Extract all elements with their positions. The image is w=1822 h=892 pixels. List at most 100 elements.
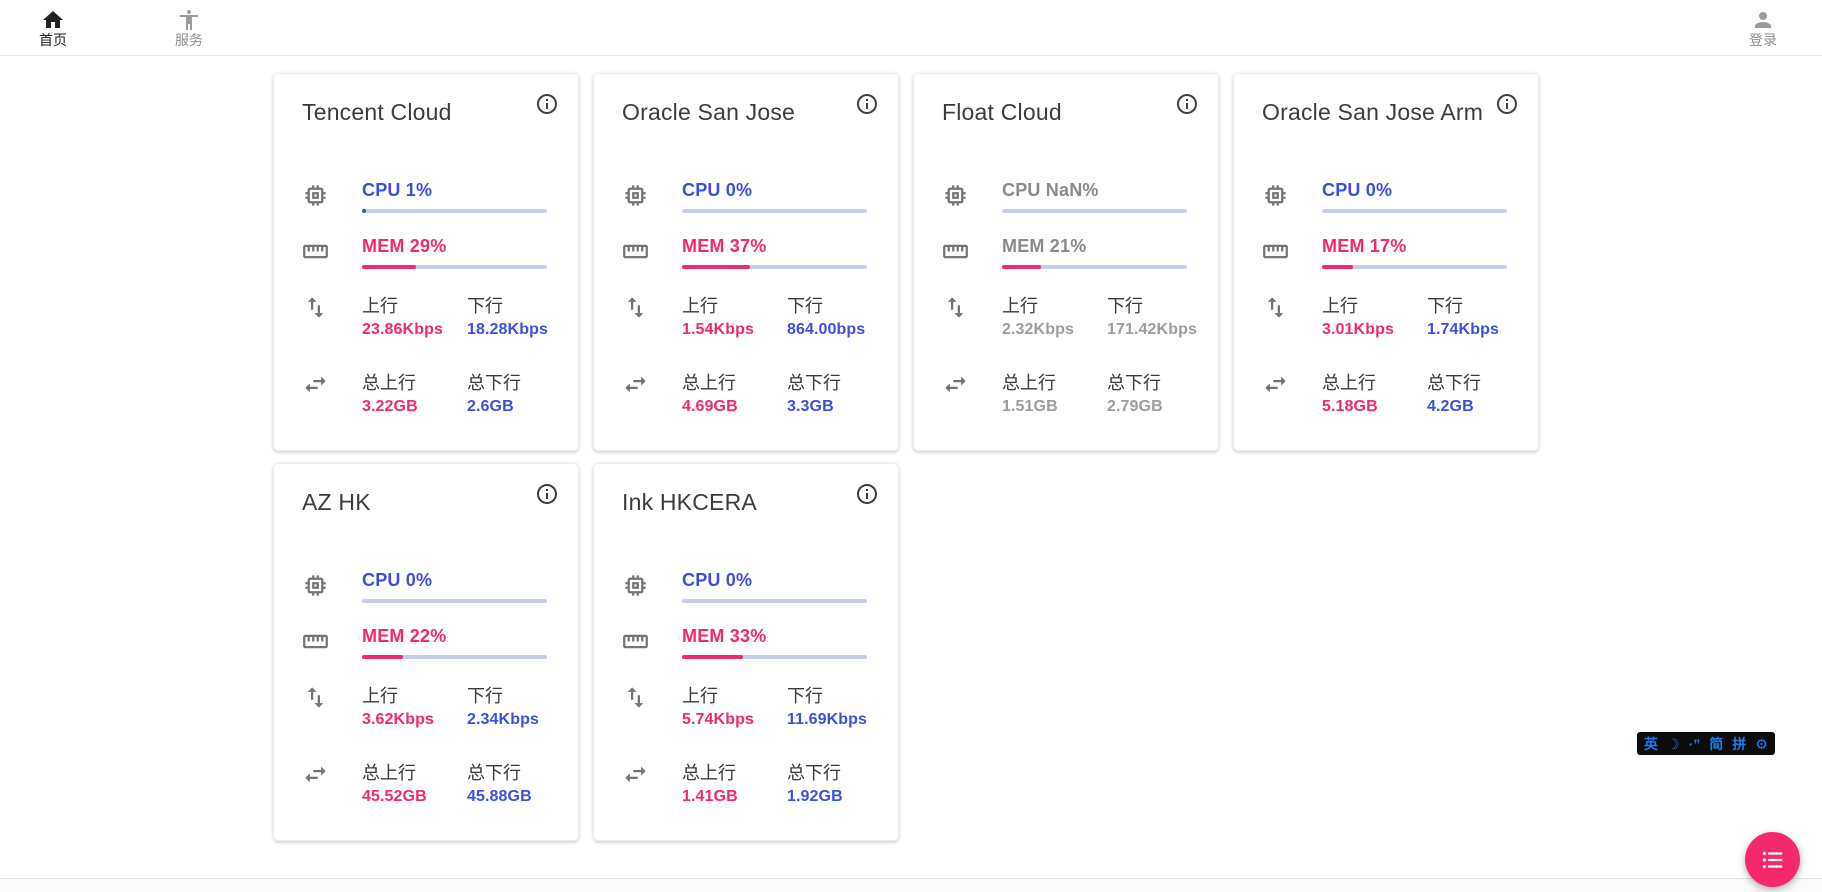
download-value: 864.00bps [787, 321, 866, 339]
mem-label: MEM 29% [362, 236, 547, 257]
ime-glyph[interactable]: 拼 [1732, 737, 1746, 751]
upload-value: 3.01Kbps [1322, 321, 1427, 339]
total-download-value: 2.6GB [467, 398, 546, 416]
nav-item-services[interactable]: 服务 [162, 8, 216, 48]
cpu-row: CPU NaN% [942, 180, 1186, 213]
server-list-fab[interactable] [1745, 832, 1800, 887]
ruler-icon [302, 238, 329, 265]
cpu-chip-icon [302, 572, 329, 599]
ime-toolbar[interactable]: 英 ☽ ·” 简拼 ⚙ [1637, 732, 1775, 755]
info-icon[interactable] [853, 91, 881, 119]
total-upload-value: 4.69GB [682, 398, 787, 416]
accessibility-icon [177, 8, 201, 32]
info-icon[interactable] [533, 481, 561, 509]
upload-speed: 上行 3.62Kbps [362, 682, 467, 729]
up-down-arrows-icon [622, 294, 649, 321]
total-download: 总下行 45.88GB [467, 759, 546, 806]
cpu-chip-icon [622, 572, 649, 599]
speed-row: 上行 1.54Kbps 下行 864.00bps [622, 292, 866, 339]
mem-progressbar [362, 655, 547, 659]
mem-progressbar [362, 265, 547, 269]
speed-row: 上行 5.74Kbps 下行 11.69Kbps [622, 682, 866, 729]
download-speed: 下行 1.74Kbps [1427, 292, 1506, 339]
nav-item-home[interactable]: 首页 [26, 8, 80, 48]
mem-progress-fill [1322, 265, 1353, 269]
ruler-icon [622, 628, 649, 655]
upload-value: 3.62Kbps [362, 711, 467, 729]
cpu-progressbar [682, 209, 867, 213]
info-icon[interactable] [533, 91, 561, 119]
upload-label: 上行 [362, 292, 467, 318]
total-download-label: 总下行 [1427, 369, 1506, 395]
cpu-progress-fill [362, 209, 366, 213]
upload-value: 5.74Kbps [682, 711, 787, 729]
mem-label: MEM 22% [362, 626, 547, 647]
mem-progressbar [682, 655, 867, 659]
server-card: Ink HKCERA CPU 0% MEM 33% [593, 463, 899, 841]
person-icon [1751, 8, 1775, 32]
cpu-chip-icon [1262, 182, 1289, 209]
cpu-label: CPU 0% [362, 570, 547, 591]
upload-label: 上行 [1322, 292, 1427, 318]
download-label: 下行 [467, 682, 546, 708]
total-download-label: 总下行 [1107, 369, 1186, 395]
ime-glyph[interactable]: 英 [1644, 737, 1658, 751]
cpu-chip-icon [622, 182, 649, 209]
ime-glyph[interactable]: 简 [1709, 737, 1723, 751]
info-icon[interactable] [1493, 91, 1521, 119]
cpu-label: CPU 0% [682, 180, 867, 201]
download-speed: 下行 18.28Kbps [467, 292, 548, 339]
download-value: 18.28Kbps [467, 321, 548, 339]
mem-row: MEM 22% [302, 626, 546, 659]
total-upload: 总上行 1.41GB [682, 759, 787, 806]
nav-item-login[interactable]: 登录 [1736, 8, 1790, 48]
upload-label: 上行 [682, 292, 787, 318]
ruler-icon [1262, 238, 1289, 265]
total-download-label: 总下行 [787, 759, 866, 785]
upload-speed: 上行 23.86Kbps [362, 292, 467, 339]
total-upload: 总上行 3.22GB [362, 369, 467, 416]
footer-strip [0, 878, 1822, 892]
total-download-value: 4.2GB [1427, 398, 1506, 416]
mem-row: MEM 33% [622, 626, 866, 659]
server-name: Oracle San Jose Arm [1262, 99, 1506, 126]
mem-progress-fill [1002, 265, 1041, 269]
download-value: 11.69Kbps [787, 711, 867, 729]
mem-progressbar [682, 265, 867, 269]
cpu-progressbar [1322, 209, 1507, 213]
ime-glyph[interactable]: ⚙ [1755, 737, 1768, 751]
swap-arrows-icon [622, 761, 649, 788]
cpu-row: CPU 0% [622, 570, 866, 603]
cpu-progressbar [362, 599, 547, 603]
server-name: Ink HKCERA [622, 489, 866, 516]
ime-glyph[interactable]: ·” [1689, 737, 1701, 751]
cpu-chip-icon [942, 182, 969, 209]
server-grid: Tencent Cloud CPU 1% MEM 29% [273, 73, 1539, 841]
mem-label: MEM 17% [1322, 236, 1507, 257]
up-down-arrows-icon [942, 294, 969, 321]
total-download-value: 2.79GB [1107, 398, 1186, 416]
download-label: 下行 [787, 292, 866, 318]
upload-value: 23.86Kbps [362, 321, 467, 339]
download-speed: 下行 2.34Kbps [467, 682, 546, 729]
swap-arrows-icon [302, 761, 329, 788]
upload-speed: 上行 1.54Kbps [682, 292, 787, 339]
download-speed: 下行 864.00bps [787, 292, 866, 339]
cpu-row: CPU 0% [622, 180, 866, 213]
server-card: Oracle San Jose CPU 0% MEM 37% [593, 73, 899, 451]
total-download-value: 1.92GB [787, 788, 866, 806]
total-upload: 总上行 4.69GB [682, 369, 787, 416]
download-speed: 下行 11.69Kbps [787, 682, 867, 729]
total-upload-label: 总上行 [1002, 369, 1107, 395]
download-value: 2.34Kbps [467, 711, 546, 729]
cpu-label: CPU NaN% [1002, 180, 1187, 201]
cpu-row: CPU 0% [302, 570, 546, 603]
mem-progress-fill [682, 655, 743, 659]
cpu-label: CPU 0% [682, 570, 867, 591]
total-row: 总上行 4.69GB 总下行 3.3GB [622, 369, 866, 416]
upload-value: 2.32Kbps [1002, 321, 1107, 339]
total-download-label: 总下行 [467, 759, 546, 785]
info-icon[interactable] [1173, 91, 1201, 119]
ime-glyph[interactable]: ☽ [1667, 737, 1680, 751]
info-icon[interactable] [853, 481, 881, 509]
